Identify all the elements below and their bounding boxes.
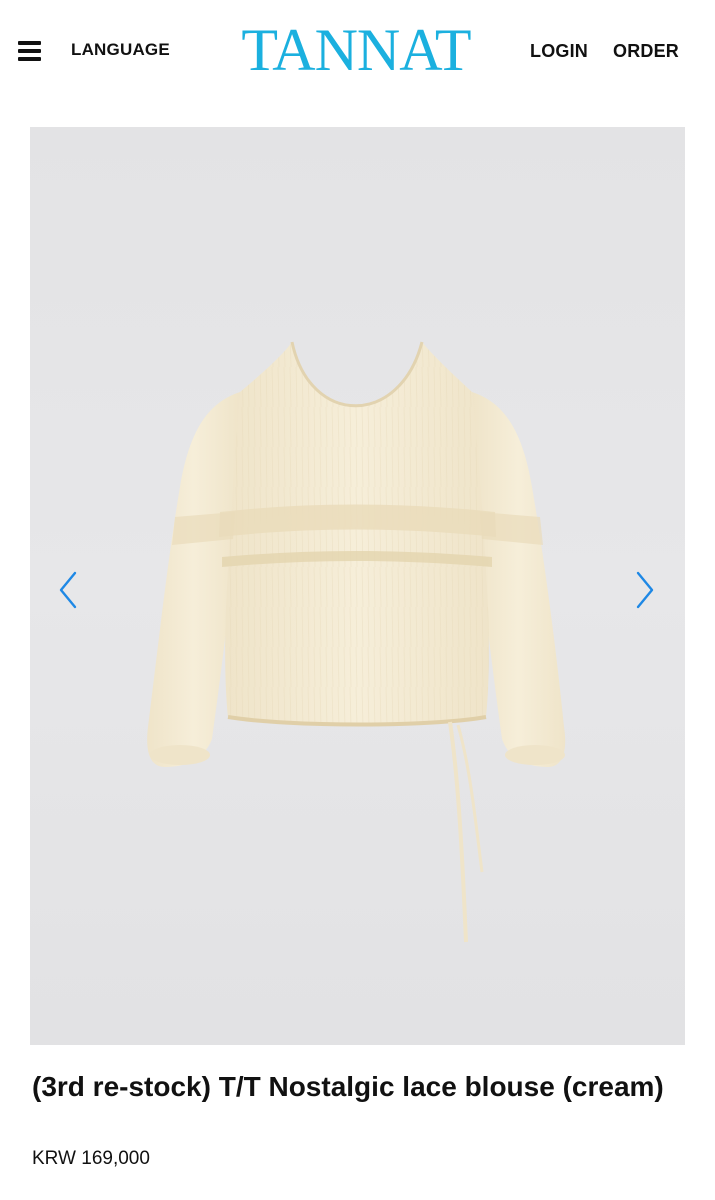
product-title: (3rd re-stock) T/T Nostalgic lace blouse… <box>32 1071 664 1102</box>
language-link[interactable]: LANGUAGE <box>71 40 170 60</box>
chevron-left-icon[interactable] <box>55 567 85 613</box>
tannat-logo[interactable]: TANNAT <box>238 20 474 80</box>
product-price: KRW 169,000 <box>32 1148 150 1169</box>
order-link[interactable]: ORDER <box>613 41 679 62</box>
chevron-right-icon[interactable] <box>628 567 658 613</box>
product-image-gallery[interactable] <box>30 127 685 1045</box>
product-page: LANGUAGE TANNAT LOGIN ORDER (3rd re-stoc… <box>0 0 715 1200</box>
product-image <box>147 341 566 943</box>
site-header: LANGUAGE TANNAT LOGIN ORDER <box>0 0 715 100</box>
login-link[interactable]: LOGIN <box>530 41 588 62</box>
hamburger-menu-icon[interactable] <box>18 41 41 61</box>
